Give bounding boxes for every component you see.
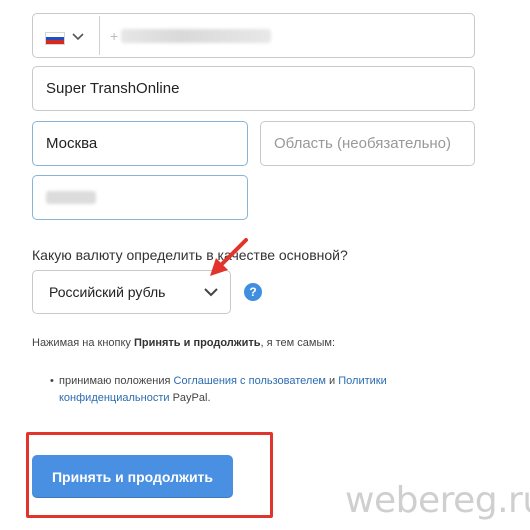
postal-code-field[interactable] xyxy=(32,175,248,220)
consent-suffix: , я тем самым: xyxy=(260,337,335,349)
phone-number-blurred xyxy=(121,29,271,43)
phone-field[interactable]: + xyxy=(32,13,475,58)
consent-list-item: • принимаю положения Соглашения с пользо… xyxy=(50,373,479,407)
currency-selected-value: Российский рубль xyxy=(49,284,166,300)
consent-button-ref: Принять и продолжить xyxy=(133,337,261,349)
chevron-down-icon xyxy=(202,281,220,303)
city-field[interactable]: Москва xyxy=(32,121,248,166)
phone-prefix: + xyxy=(110,27,119,44)
user-agreement-link[interactable]: Соглашения с пользователем xyxy=(174,375,326,387)
region-placeholder: Область (необязательно) xyxy=(274,135,452,152)
consent-text: Нажимая на кнопку Принять и продолжить, … xyxy=(32,337,335,349)
bullet: • xyxy=(50,375,54,387)
country-chevron-down-icon[interactable] xyxy=(72,25,84,49)
consent-item-text: принимаю положения xyxy=(59,375,174,387)
city-value: Москва xyxy=(46,135,98,152)
privacy-policy-link-part1[interactable]: Политики xyxy=(338,375,387,387)
watermark: webereg.ru xyxy=(345,480,530,521)
company-name-value: Super TranshOnline xyxy=(46,80,180,97)
phone-separator xyxy=(99,16,100,55)
currency-select[interactable]: Российский рубль xyxy=(32,270,231,314)
currency-question-label: Какую валюту определить в качестве основ… xyxy=(32,247,348,263)
help-icon[interactable]: ? xyxy=(244,283,262,301)
company-name-field[interactable]: Super TranshOnline xyxy=(32,66,475,111)
consent-item-and: и xyxy=(326,375,339,387)
postal-code-blurred xyxy=(46,191,96,204)
consent-item-end: PayPal. xyxy=(169,392,211,404)
russia-flag-icon[interactable] xyxy=(45,32,65,45)
accept-and-continue-button[interactable]: Принять и продолжить xyxy=(32,455,233,498)
consent-prefix: Нажимая на кнопку xyxy=(32,337,134,349)
arrow-annotation-icon xyxy=(210,238,248,276)
region-field[interactable]: Область (необязательно) xyxy=(260,121,475,166)
privacy-policy-link-part2[interactable]: конфиденциальности xyxy=(59,392,170,404)
